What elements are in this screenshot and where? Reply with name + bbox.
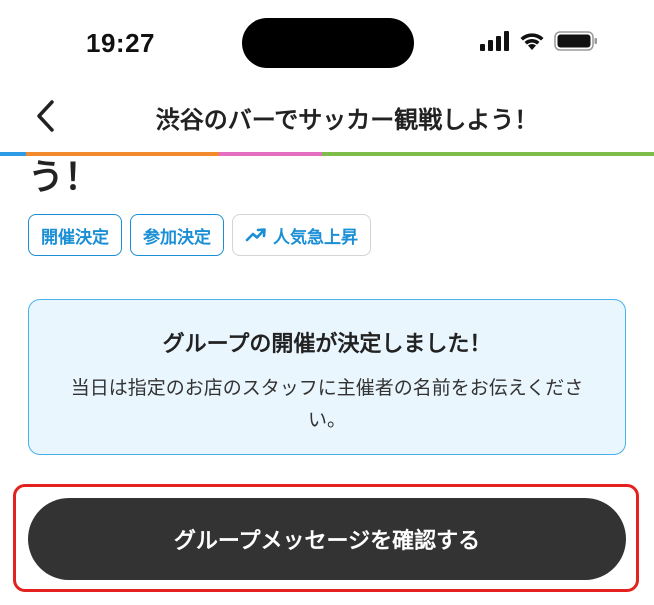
status-time: 19:27	[86, 28, 155, 58]
notice-box: グループの開催が決定しました！ 当日は指定のお店のスタッフに主催者の名前をお伝え…	[28, 299, 626, 455]
view-group-message-button[interactable]: グループメッセージを確認する	[28, 498, 626, 580]
status-icons	[480, 30, 598, 52]
event-title-tail: う！	[28, 157, 101, 198]
cta-label: グループメッセージを確認する	[173, 529, 481, 554]
phone-screen: 19:27 渋谷のバーでサッカー観戦しよう！ う！ 開催決定 参加決定 人気急上…	[0, 0, 654, 605]
notice-title: グループの開催が決定しました！	[162, 332, 492, 357]
tag-join-decided: 参加決定	[130, 214, 224, 256]
tag-held-decided: 開催決定	[28, 214, 122, 256]
trending-up-icon	[245, 228, 266, 242]
back-button[interactable]	[24, 94, 68, 138]
status-bar: 19:27	[0, 0, 654, 90]
tag-trending: 人気急上昇	[232, 214, 371, 256]
status-tags: 開催決定 参加決定 人気急上昇	[28, 214, 371, 256]
dynamic-island	[242, 18, 414, 68]
signal-icon	[480, 31, 510, 51]
tag-label: 参加決定	[143, 227, 211, 248]
tag-label: 開催決定	[41, 227, 109, 248]
page-title: 渋谷のバーでサッカー観戦しよう！	[155, 106, 539, 134]
tag-label: 人気急上昇	[273, 227, 358, 248]
wifi-icon	[518, 31, 546, 51]
chevron-left-icon	[37, 100, 54, 132]
main-content: う！ 開催決定 参加決定 人気急上昇 グループの開催が決定しました！ 当日は指定…	[0, 156, 654, 605]
notice-body: 当日は指定のお店のスタッフに主催者の名前をお伝えください。	[70, 377, 584, 431]
nav-bar: 渋谷のバーでサッカー観戦しよう！	[0, 90, 654, 152]
battery-icon	[554, 30, 598, 52]
